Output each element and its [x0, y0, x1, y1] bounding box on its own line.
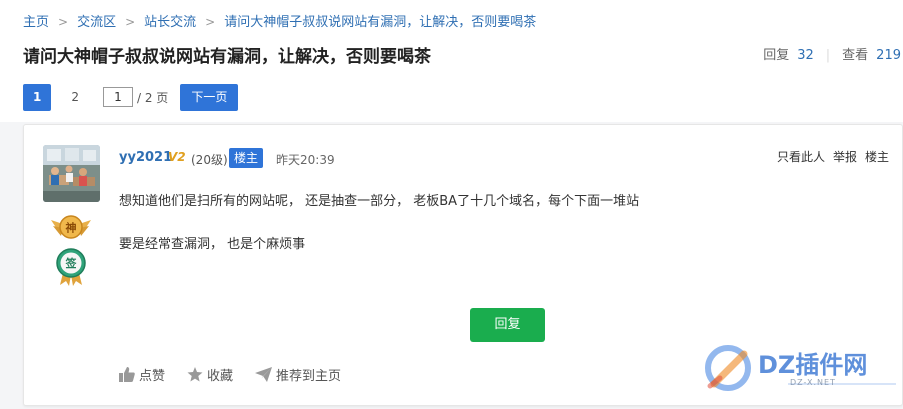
reply-label: 回复	[763, 48, 790, 63]
watermark-brand: DZ插件网	[758, 351, 868, 379]
post-paragraph: 想知道他们是扫所有的网站呢， 还是抽查一部分， 老板BA了十几个域名，每个下面一…	[119, 194, 640, 209]
page-title: 请问大神帽子叔叔说网站有漏洞，让解决，否则要喝茶	[23, 47, 431, 67]
post-content: 想知道他们是扫所有的网站呢， 还是抽查一部分， 老板BA了十几个域名，每个下面一…	[119, 191, 639, 255]
avatar-image	[43, 145, 100, 202]
breadcrumb-separator-icon: >	[125, 15, 136, 29]
breadcrumb-webmaster[interactable]: 站长交流	[144, 15, 196, 30]
send-icon	[255, 367, 273, 382]
recommend-button[interactable]: 推荐到主页	[255, 365, 341, 384]
floor-label: 楼主	[864, 150, 889, 164]
breadcrumb-home[interactable]: 主页	[23, 15, 49, 30]
op-badge: 楼主	[229, 148, 264, 168]
breadcrumb: 主页 > 交流区 > 站长交流 > 请问大神帽子叔叔说网站有漏洞，让解决，否则要喝茶	[23, 11, 536, 30]
favorite-label: 收藏	[207, 369, 234, 384]
thumbs-up-icon	[119, 367, 135, 382]
stats-divider: |	[825, 48, 831, 63]
post-actions: 只看此人 举报 楼主	[769, 148, 889, 165]
favorite-button[interactable]: 收藏	[187, 365, 233, 384]
post-time: 昨天20:39	[276, 153, 335, 167]
star-icon	[187, 367, 203, 382]
next-page-button[interactable]: 下一页	[180, 83, 239, 111]
breadcrumb-current-thread[interactable]: 请问大神帽子叔叔说网站有漏洞，让解决，否则要喝茶	[224, 15, 536, 30]
medal-sign-label: 签	[65, 256, 78, 270]
medal-shen-icon[interactable]: 神	[49, 210, 93, 244]
breadcrumb-exchange[interactable]: 交流区	[77, 15, 116, 30]
reply-count: 32	[797, 48, 814, 63]
post-paragraph: 要是经常查漏洞， 也是个麻烦事	[119, 237, 306, 252]
watermark-sub: DZ-X.NET	[790, 378, 836, 387]
like-label: 点赞	[139, 369, 166, 384]
breadcrumb-separator-icon: >	[58, 15, 69, 29]
only-this-user-link[interactable]: 只看此人	[777, 150, 825, 164]
vip-badge-icon: V2	[168, 150, 186, 164]
avatar[interactable]	[43, 145, 100, 202]
page-total: / 2 页	[137, 90, 169, 105]
page-2-button[interactable]: 2	[61, 84, 89, 111]
page: 主页 > 交流区 > 站长交流 > 请问大神帽子叔叔说网站有漏洞，让解决，否则要喝茶 请问大…	[0, 0, 903, 409]
page-number-input[interactable]: 1	[103, 87, 133, 107]
report-link[interactable]: 举报	[833, 150, 857, 164]
medal-sign-icon[interactable]: 签	[54, 247, 88, 287]
page-1-button[interactable]: 1	[23, 83, 52, 111]
thread-stats: 回复 32 | 查看 219	[763, 44, 901, 63]
user-level: (20级)	[191, 153, 228, 167]
view-label: 查看	[842, 48, 869, 63]
view-count: 219	[876, 48, 901, 63]
like-button[interactable]: 点赞	[119, 365, 165, 384]
recommend-label: 推荐到主页	[276, 369, 342, 384]
pagination: 1 2 1 / 2 页 下一页	[23, 83, 239, 111]
breadcrumb-separator-icon: >	[205, 15, 216, 29]
thread-header: 主页 > 交流区 > 站长交流 > 请问大神帽子叔叔说网站有漏洞，让解决，否则要喝茶 请问大…	[0, 0, 903, 122]
medal-shen-label: 神	[66, 221, 77, 235]
post-footer-actions: 点赞 收藏 推荐到主页	[119, 365, 363, 384]
username-link[interactable]: yy2021	[119, 150, 172, 165]
reply-button[interactable]: 回复	[470, 308, 545, 342]
